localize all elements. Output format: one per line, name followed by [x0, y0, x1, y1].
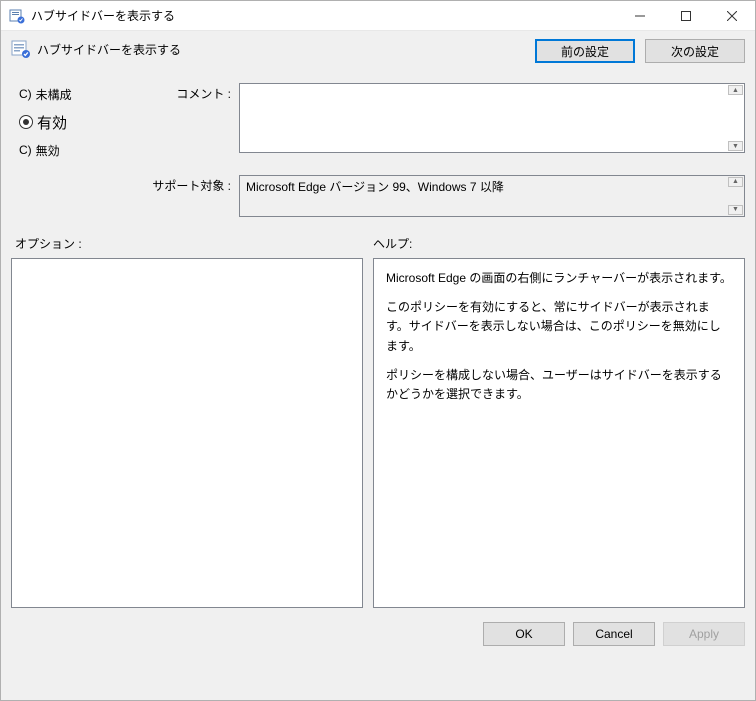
radio-group: C) 未構成 有効 C) 無効 [11, 83, 171, 161]
next-setting-button[interactable]: 次の設定 [645, 39, 745, 63]
policy-icon [11, 39, 31, 59]
radio-label: 未構成 [36, 86, 72, 103]
window-title: ハブサイドバーを表示する [31, 7, 617, 24]
help-label: ヘルプ: [369, 235, 412, 252]
config-row: C) 未構成 有効 C) 無効 コメント : ▲ ▼ [11, 83, 745, 161]
nav-buttons: 前の設定 次の設定 [535, 39, 745, 63]
supported-on-label: サポート対象 : [11, 175, 231, 217]
minimize-button[interactable] [617, 1, 663, 31]
app-icon [9, 8, 25, 24]
maximize-button[interactable] [663, 1, 709, 31]
comment-section: コメント : ▲ ▼ [171, 83, 745, 161]
cancel-button[interactable]: Cancel [573, 622, 655, 646]
radio-disabled[interactable]: C) 無効 [19, 139, 171, 161]
titlebar: ハブサイドバーを表示する [1, 1, 755, 31]
panels-row: Microsoft Edge の画面の右側にランチャーバーが表示されます。 この… [11, 258, 745, 608]
policy-editor-window: ハブサイドバーを表示する [0, 0, 756, 701]
radio-mnemonic: C) [19, 143, 32, 157]
header-row: ハブサイドバーを表示する 前の設定 次の設定 [11, 39, 745, 75]
close-button[interactable] [709, 1, 755, 31]
header-left: ハブサイドバーを表示する [11, 39, 181, 59]
radio-mnemonic: C) [19, 87, 32, 101]
radio-not-configured[interactable]: C) 未構成 [19, 83, 171, 105]
options-label: オプション : [11, 235, 369, 252]
section-labels: オプション : ヘルプ: [11, 235, 745, 252]
radio-label: 有効 [37, 112, 67, 133]
radio-icon [19, 115, 33, 129]
help-paragraph: Microsoft Edge の画面の右側にランチャーバーが表示されます。 [386, 269, 732, 288]
apply-button: Apply [663, 622, 745, 646]
window-controls [617, 1, 755, 30]
radio-enabled[interactable]: 有効 [19, 111, 171, 133]
previous-setting-button[interactable]: 前の設定 [535, 39, 635, 63]
options-panel[interactable] [11, 258, 363, 608]
client-area: ハブサイドバーを表示する 前の設定 次の設定 C) 未構成 有効 C) 無効 [1, 31, 755, 700]
help-paragraph: このポリシーを有効にすると、常にサイドバーが表示されます。サイドバーを表示しない… [386, 298, 732, 356]
dialog-buttons: OK Cancel Apply [11, 622, 745, 646]
ok-button[interactable]: OK [483, 622, 565, 646]
supported-on-box: Microsoft Edge バージョン 99、Windows 7 以降 ▲ ▼ [239, 175, 745, 217]
scroll-up-icon[interactable]: ▲ [728, 177, 743, 187]
comment-label: コメント : [171, 83, 231, 161]
help-text: Microsoft Edge の画面の右側にランチャーバーが表示されます。 この… [386, 269, 732, 404]
comment-textarea[interactable]: ▲ ▼ [239, 83, 745, 153]
scroll-up-icon[interactable]: ▲ [728, 85, 743, 95]
support-row: サポート対象 : Microsoft Edge バージョン 99、Windows… [11, 175, 745, 217]
scroll-down-icon[interactable]: ▼ [728, 141, 743, 151]
supported-on-value: Microsoft Edge バージョン 99、Windows 7 以降 [246, 180, 504, 194]
policy-title: ハブサイドバーを表示する [37, 41, 181, 58]
radio-label: 無効 [36, 142, 60, 159]
help-paragraph: ポリシーを構成しない場合、ユーザーはサイドバーを表示するかどうかを選択できます。 [386, 366, 732, 404]
help-panel[interactable]: Microsoft Edge の画面の右側にランチャーバーが表示されます。 この… [373, 258, 745, 608]
scroll-down-icon[interactable]: ▼ [728, 205, 743, 215]
